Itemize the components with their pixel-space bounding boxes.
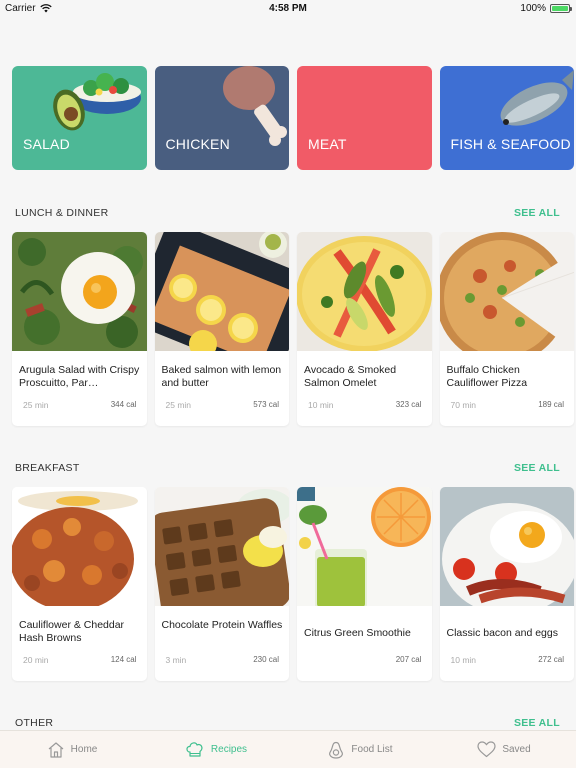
recipe-title: Cauliflower & Cheddar Hash Browns [19,619,125,644]
status-time: 4:58 PM [269,3,307,14]
recipe-image [439,487,574,606]
recipe-calories: 124 cal [110,655,137,664]
recipe-calories: 230 cal [253,655,279,664]
section-header-lunch: LUNCH & DINNER SEE ALL [15,207,560,223]
recipe-title: Baked salmon with lemon and butter [161,364,282,389]
recipe-calories: 207 cal [395,655,422,664]
category-label: SALAD [23,136,70,152]
recipe-calories: 272 cal [538,655,564,664]
recipe-card[interactable]: Citrus Green Smoothie 207 cal [297,487,432,681]
category-row: SALAD CHICKEN MEAT FISH & SEAFOOD [12,66,574,170]
recipe-title: Chocolate Protein Waffles [161,619,283,631]
avocado-icon [329,741,344,759]
recipe-title: Avocado & Smoked Salmon Omelet [304,364,397,389]
recipe-card[interactable]: Avocado & Smoked Salmon Omelet 10 min 32… [297,232,432,426]
tab-food-list[interactable]: Food List [288,731,432,768]
recipe-calories: 573 cal [253,400,279,409]
tab-home[interactable]: Home [0,731,144,768]
recipe-image [439,232,574,351]
recipe-card[interactable]: Cauliflower & Cheddar Hash Browns 20 min… [12,487,147,681]
recipe-card[interactable]: Chocolate Protein Waffles 3 min 230 cal [154,487,289,681]
fish-icon [500,70,574,126]
recipe-title: Classic bacon and eggs [446,627,559,639]
chef-hat-icon [186,741,203,757]
tab-recipes[interactable]: Recipes [144,731,288,768]
recipe-image [297,232,432,351]
recipe-time: 25 min [23,400,49,410]
lunch-recipe-row: Arugula Salad with Crispy Proscuitto, Pa… [12,232,574,426]
salad-icon [52,73,141,131]
tab-label: Home [70,744,98,755]
category-label: MEAT [308,136,347,152]
recipe-time: 10 min [308,400,334,410]
category-chicken[interactable]: CHICKEN [154,66,289,170]
tab-saved[interactable]: Saved [432,731,576,768]
recipe-card[interactable]: Arugula Salad with Crispy Proscuitto, Pa… [12,232,147,426]
tab-label: Food List [351,744,393,755]
tab-bar: Home Recipes Food List Saved [0,730,576,768]
section-header-breakfast: BREAKFAST SEE ALL [15,462,560,478]
section-title: BREAKFAST [15,462,80,474]
recipe-calories: 344 cal [110,400,137,409]
battery-percent: 100% [520,3,546,14]
recipe-calories: 323 cal [395,400,422,409]
section-title: LUNCH & DINNER [15,207,109,219]
recipe-time: 10 min [450,655,477,665]
category-meat[interactable]: MEAT [297,66,432,170]
heart-icon [477,741,496,758]
recipe-image [154,487,289,606]
battery-icon [550,4,572,13]
recipe-image [12,487,147,606]
category-label: CHICKEN [165,136,230,152]
see-all-button[interactable]: SEE ALL [514,717,560,729]
recipe-time: 25 min [165,400,192,410]
recipe-card[interactable]: Baked salmon with lemon and butter 25 mi… [154,232,289,426]
category-fish[interactable]: FISH & SEAFOOD [439,66,574,170]
recipe-calories: 189 cal [538,400,564,409]
tab-label: Recipes [210,744,248,755]
recipe-time: 20 min [23,655,49,665]
status-bar: Carrier 4:58 PM 100% [0,0,576,18]
see-all-button[interactable]: SEE ALL [514,462,560,474]
recipe-image [12,232,147,351]
recipe-image [297,487,432,606]
recipe-title: Buffalo Chicken Cauliflower Pizza [446,364,528,389]
recipe-time: 3 min [165,655,187,665]
recipe-title: Citrus Green Smoothie [304,627,411,639]
chicken-leg-icon [223,66,287,146]
recipe-card[interactable]: Classic bacon and eggs 10 min 272 cal [439,487,574,681]
recipe-title: Arugula Salad with Crispy Proscuitto, Pa… [19,364,140,389]
category-salad[interactable]: SALAD [12,66,147,170]
home-icon [48,741,64,758]
recipe-card[interactable]: Buffalo Chicken Cauliflower Pizza 70 min… [439,232,574,426]
recipe-time: 70 min [450,400,477,410]
section-title: OTHER [15,717,54,729]
category-label: FISH & SEAFOOD [450,136,571,152]
tab-label: Saved [502,744,531,755]
recipe-image [154,232,289,351]
breakfast-recipe-row: Cauliflower & Cheddar Hash Browns 20 min… [12,487,574,681]
see-all-button[interactable]: SEE ALL [514,207,560,219]
